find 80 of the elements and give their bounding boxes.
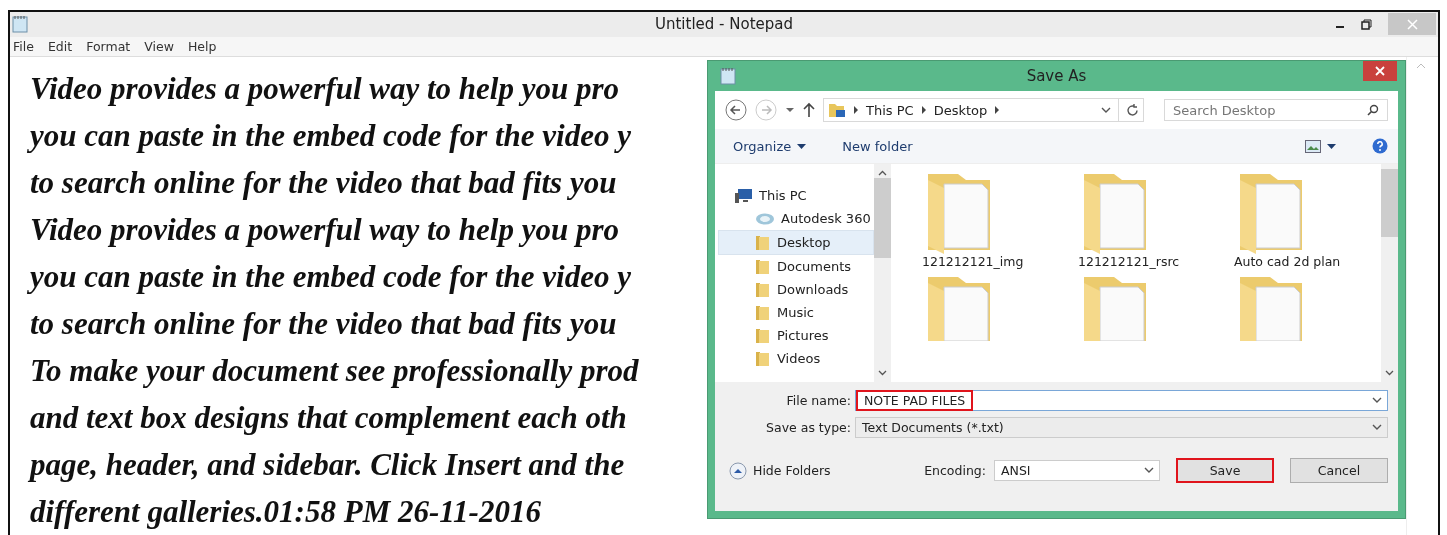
document-text-line: and text box designs that complement each oth [30, 399, 627, 437]
tree-item[interactable]: This PC [715, 184, 874, 207]
tree-item[interactable]: Pictures [715, 324, 874, 347]
up-arrow-icon[interactable] [803, 102, 815, 118]
document-text-line: To make your document see professionally prod [30, 352, 639, 390]
file-name-label: File name: [785, 393, 851, 408]
computer-icon [735, 188, 753, 203]
chevron-icon [920, 106, 927, 114]
tree-item[interactable]: Desktop [718, 230, 874, 255]
close-icon [1375, 66, 1385, 76]
scroll-down-icon[interactable] [878, 370, 887, 376]
menu-item[interactable]: Edit [47, 38, 73, 54]
tree-item[interactable]: Videos [715, 347, 874, 370]
notepad-icon [720, 67, 736, 85]
help-icon[interactable] [1372, 138, 1388, 154]
encoding-label: Encoding: [924, 463, 986, 478]
cloud-icon [755, 211, 775, 226]
dialog-title: Save As [1026, 67, 1087, 85]
scrollbar[interactable] [874, 164, 891, 382]
scrollbar-thumb[interactable] [1381, 169, 1398, 237]
folder-icon [755, 350, 771, 367]
address-bar[interactable]: This PC Desktop [823, 98, 1144, 122]
tree-item[interactable]: Downloads [715, 278, 874, 301]
search-icon [1367, 104, 1379, 116]
file-name-field[interactable]: NOTE PAD FILES [855, 390, 1388, 411]
refresh-icon[interactable] [1126, 103, 1139, 117]
menu-item[interactable]: Help [187, 38, 217, 54]
view-icon[interactable] [1305, 139, 1321, 153]
dropdown-icon [1372, 397, 1382, 404]
chevron-icon [994, 106, 1001, 114]
folder-name[interactable]: 121212121_rsrc [1078, 254, 1180, 269]
chevron-icon [853, 106, 859, 114]
folder-icon [755, 327, 771, 344]
tree-item[interactable]: Documents [715, 255, 874, 278]
document-text-line: Video provides a powerful way to help you pro [30, 211, 619, 249]
save-as-type-dropdown[interactable]: Text Documents (*.txt) [855, 417, 1388, 438]
caret-icon[interactable] [797, 143, 807, 149]
menu-item[interactable]: View [144, 38, 174, 54]
dropdown-icon [1144, 467, 1154, 474]
folder-name[interactable]: 121212121_img [922, 254, 1024, 269]
folder-icon [755, 234, 771, 251]
search-field[interactable]: Search Desktop [1164, 99, 1388, 121]
folder-icon [828, 102, 846, 118]
cancel-button[interactable]: Cancel [1290, 458, 1388, 483]
close-button[interactable] [1363, 61, 1397, 81]
document-text-line: page, header, and sidebar. Click Insert and the [30, 446, 625, 484]
save-as-type-label: Save as type: [765, 420, 851, 435]
save-button[interactable]: Save [1176, 458, 1274, 483]
scrollbar[interactable] [1381, 164, 1398, 382]
document-text-line: Video provides a powerful way to help you pro [30, 70, 619, 108]
scrollbar-thumb[interactable] [874, 178, 891, 258]
tree-item[interactable]: Music [715, 301, 874, 324]
caret-icon[interactable] [1327, 143, 1336, 149]
dropdown-icon [1372, 424, 1382, 431]
tree-item[interactable]: Autodesk 360 [715, 207, 874, 230]
menu-item[interactable]: Format [86, 38, 131, 54]
back-icon[interactable] [725, 99, 747, 121]
scroll-up-icon[interactable] [878, 170, 887, 176]
window-title: Untitled - Notepad [655, 15, 793, 34]
collapse-icon [729, 461, 747, 480]
encoding-dropdown[interactable]: ANSI [994, 460, 1160, 481]
organize-menu[interactable]: Organize [733, 138, 792, 154]
breadcrumb-item[interactable]: Desktop [933, 102, 988, 118]
document-text-line: different galleries.01:58 PM 26-11-2016 [30, 493, 541, 531]
caret-icon[interactable] [785, 107, 795, 113]
close-icon [1406, 18, 1418, 30]
menu-item[interactable]: File [13, 38, 34, 54]
folder-name[interactable]: Auto cad 2d plan [1234, 254, 1341, 269]
new-folder-button[interactable]: New folder [842, 138, 913, 154]
document-text-line: to search online for the video that bad fits you [30, 164, 617, 202]
folder-icon [755, 304, 771, 321]
notepad-icon [12, 15, 28, 34]
document-text-line: to search online for the video that bad fits you [30, 305, 617, 343]
restore-icon[interactable] [1361, 18, 1372, 30]
folder-icon [755, 258, 771, 275]
folder-icon [755, 281, 771, 298]
hide-folders-button[interactable]: Hide Folders [729, 461, 831, 480]
scroll-down-icon[interactable] [1385, 370, 1394, 376]
dropdown-icon[interactable] [1101, 106, 1111, 114]
breadcrumb-item[interactable]: This PC [866, 102, 914, 118]
